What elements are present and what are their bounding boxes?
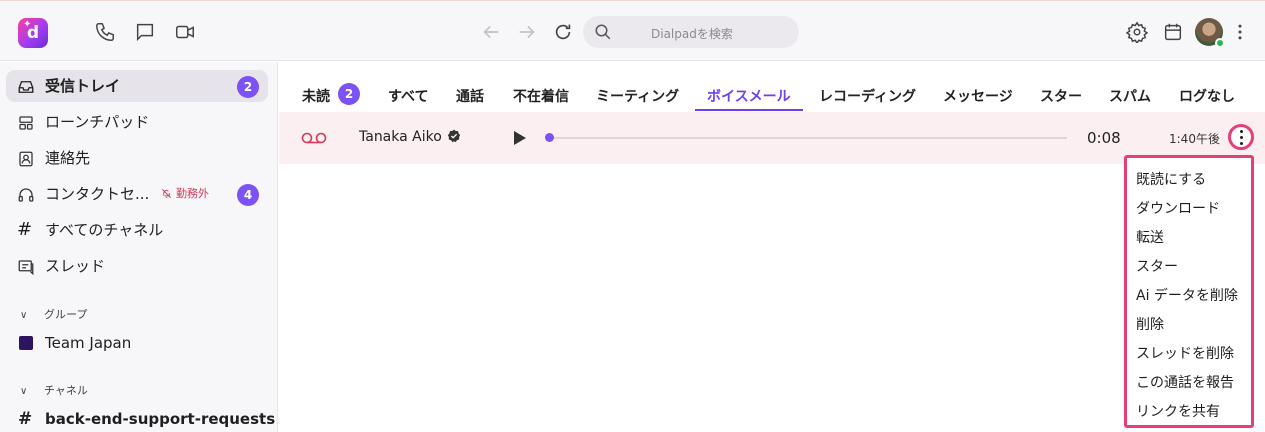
off-duty-status: 勤務外 (161, 178, 209, 210)
video-icon[interactable] (174, 21, 196, 43)
caller-name: Tanaka Aiko (359, 129, 461, 145)
top-bar: ✦ d Dialpadを検索 (0, 0, 1265, 61)
playback-track[interactable] (550, 137, 1067, 139)
online-status-dot (1215, 38, 1225, 48)
tab-voicemail[interactable]: ボイスメール (707, 86, 791, 106)
refresh-icon[interactable] (552, 21, 574, 43)
tab-starred[interactable]: スター (1040, 86, 1082, 106)
tab-calls[interactable]: 通話 (456, 86, 484, 106)
caller-name-label: Tanaka Aiko (359, 129, 442, 145)
tab-unread[interactable]: 未読 (302, 86, 330, 106)
calendar-icon[interactable] (1162, 21, 1184, 43)
voicemail-icon (301, 132, 327, 144)
search-placeholder: Dialpadを検索 (651, 27, 733, 41)
chevron-down-icon: ∨ (20, 310, 28, 321)
sidebar-item-label: 受信トレイ (45, 77, 121, 95)
play-icon[interactable] (513, 130, 527, 146)
menu-item-mark-read[interactable]: 既読にする (1136, 169, 1206, 189)
phone-icon[interactable] (94, 21, 116, 43)
channels-header-label: チャネル (44, 384, 88, 397)
sidebar-item-label: back-end-support-requests (45, 410, 276, 428)
hash-icon: # (17, 219, 33, 240)
tab-spam[interactable]: スパム (1109, 86, 1151, 106)
voicemail-row[interactable]: Tanaka Aiko 0:08 1:40午後 (279, 112, 1265, 164)
bell-off-icon (162, 189, 171, 198)
menu-item-forward[interactable]: 転送 (1136, 227, 1164, 247)
hash-icon: # (18, 409, 33, 429)
verified-badge-icon (447, 129, 460, 143)
forward-arrow-icon[interactable] (516, 21, 538, 43)
more-dot (1240, 142, 1243, 145)
sidebar-item-all-channels[interactable]: # すべてのチャネル (6, 214, 268, 246)
search-icon (595, 24, 611, 40)
sidebar-item-team-japan[interactable]: Team Japan (6, 327, 268, 359)
sidebar-item-contact-center[interactable]: コンタクトセ... 勤務外 4 (6, 178, 268, 210)
more-vertical-icon[interactable] (1230, 21, 1250, 43)
user-avatar[interactable] (1195, 18, 1225, 48)
off-duty-label: 勤務外 (176, 187, 209, 200)
tab-messages[interactable]: メッセージ (943, 86, 1013, 106)
inbox-icon (18, 81, 34, 93)
voicemail-time: 1:40午後 (1169, 132, 1220, 146)
dialpad-app: ✦ d Dialpadを検索 受信トレイ 2 ローンチパッド 連絡先 コンタクト… (0, 0, 1265, 432)
menu-item-delete-ai-data[interactable]: Ai データを削除 (1136, 285, 1238, 305)
dialpad-logo[interactable]: ✦ d (18, 18, 48, 48)
inbox-tabs: 未読 2 すべて 通話 不在着信 ミーティング ボイスメール レコーディング メ… (279, 62, 1265, 112)
sidebar-item-label: コンタクトセ... (45, 185, 150, 203)
unread-tab-badge: 2 (338, 83, 360, 105)
sidebar-item-channel[interactable]: # back-end-support-requests (6, 403, 275, 432)
more-dot (1240, 136, 1243, 139)
sparkle-icon: ✦ (23, 19, 32, 30)
channels-section-header[interactable]: ∨ チャネル (20, 382, 88, 398)
tab-meetings[interactable]: ミーティング (596, 86, 679, 106)
sidebar-item-label: すべてのチャネル (45, 221, 164, 239)
headset-icon (18, 188, 34, 202)
row-context-menu: 既読にする ダウンロード 転送 スター Ai データを削除 削除 スレッドを削除… (1124, 155, 1254, 428)
groups-header-label: グループ (44, 308, 88, 321)
playback-scrubber[interactable] (545, 133, 554, 142)
more-dot (1240, 130, 1243, 133)
tab-recordings[interactable]: レコーディング (819, 86, 916, 106)
sidebar: 受信トレイ 2 ローンチパッド 連絡先 コンタクトセ... 勤務外 4 # すべ… (0, 62, 278, 432)
tab-missed[interactable]: 不在着信 (513, 86, 569, 106)
sidebar-item-label: スレッド (45, 257, 106, 275)
launchpad-icon (19, 116, 33, 130)
contacts-icon (19, 151, 33, 167)
menu-item-share-link[interactable]: リンクを共有 (1136, 401, 1220, 421)
sidebar-item-label: 連絡先 (45, 149, 91, 167)
menu-item-delete[interactable]: 削除 (1136, 314, 1164, 334)
sidebar-item-threads[interactable]: スレッド (6, 250, 268, 282)
sidebar-item-label: ローンチパッド (45, 113, 150, 131)
sidebar-item-label: Team Japan (45, 334, 132, 352)
menu-item-download[interactable]: ダウンロード (1136, 198, 1220, 218)
back-arrow-icon[interactable] (480, 21, 502, 43)
tab-no-log[interactable]: ログなし (1179, 86, 1235, 106)
groups-section-header[interactable]: ∨ グループ (20, 306, 87, 322)
chevron-down-icon: ∨ (20, 386, 28, 397)
voicemail-duration: 0:08 (1087, 129, 1121, 147)
tab-all[interactable]: すべて (388, 86, 428, 106)
active-tab-indicator (695, 109, 803, 111)
sidebar-item-inbox[interactable]: 受信トレイ 2 (6, 70, 268, 102)
contact-center-count-badge: 4 (237, 184, 259, 206)
menu-item-delete-thread[interactable]: スレッドを削除 (1136, 343, 1234, 363)
row-more-options-button[interactable] (1228, 124, 1254, 150)
gear-icon[interactable] (1126, 21, 1148, 43)
unread-count-badge: 2 (237, 76, 259, 98)
menu-item-report-call[interactable]: この通話を報告 (1136, 372, 1234, 392)
group-color-swatch (19, 336, 33, 350)
menu-item-star[interactable]: スター (1136, 256, 1178, 276)
sidebar-item-launchpad[interactable]: ローンチパッド (6, 106, 268, 138)
message-icon[interactable] (134, 21, 156, 43)
threads-icon (18, 260, 34, 276)
sidebar-item-contacts[interactable]: 連絡先 (6, 142, 268, 174)
search-input[interactable]: Dialpadを検索 (583, 16, 799, 48)
